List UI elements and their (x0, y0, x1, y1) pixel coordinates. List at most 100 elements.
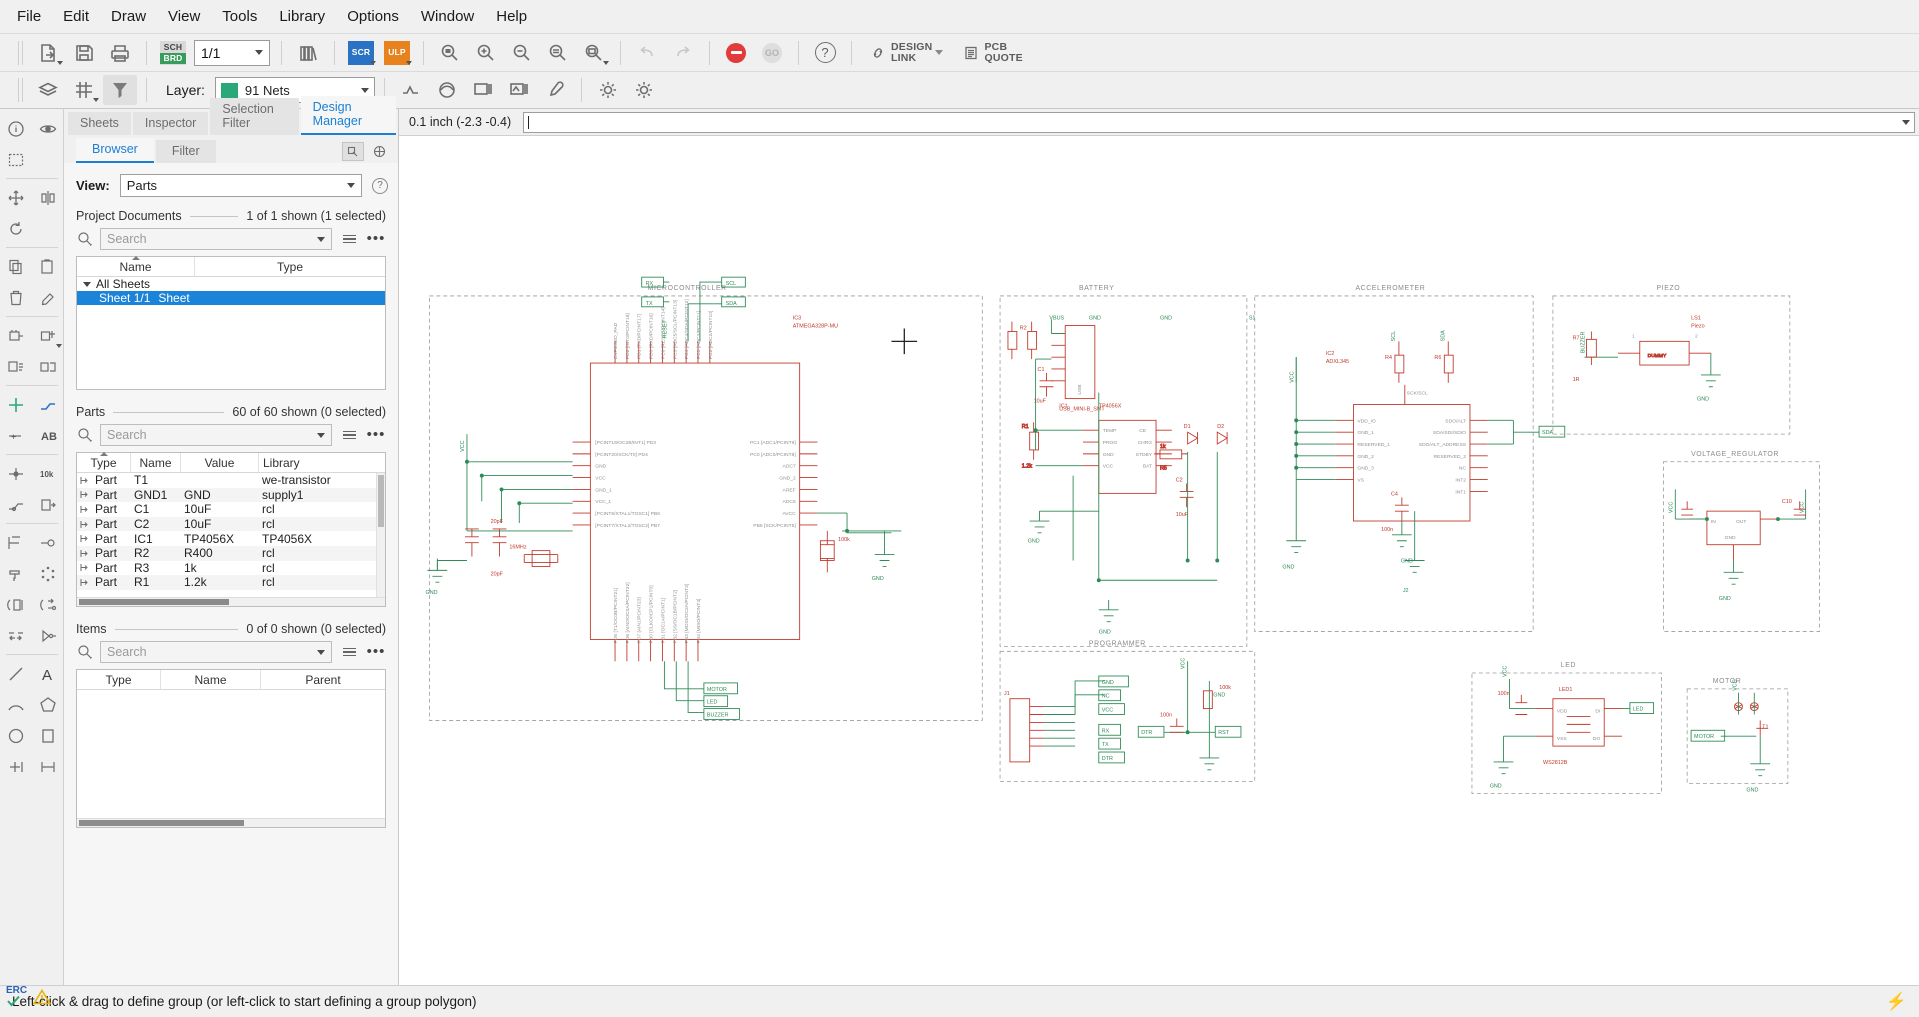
add-device-tool[interactable] (32, 320, 64, 351)
menu-item-window[interactable]: Window (410, 4, 485, 29)
align-tool[interactable] (0, 620, 32, 651)
tree-node-all-sheets[interactable]: All Sheets (77, 277, 385, 291)
col-type[interactable]: Type (195, 257, 385, 276)
lightning-bolt-icon[interactable]: ⚡ (1886, 992, 1907, 1012)
go-button[interactable]: GO (755, 38, 789, 68)
line-tool[interactable] (0, 658, 32, 689)
move-tool[interactable] (0, 182, 32, 213)
chevron-down-icon[interactable] (1902, 119, 1910, 125)
invert-tool[interactable] (32, 620, 64, 651)
menu-item-options[interactable]: Options (336, 4, 410, 29)
table-row[interactable]: Part R2 R400 rcl (77, 545, 376, 561)
schematic-canvas[interactable]: MICROCONTROLLER IC3 ATMEGA328P-MU EXPOSE… (399, 136, 1919, 985)
parts-list-options[interactable] (338, 426, 360, 444)
schematic-drawing[interactable]: MICROCONTROLLER IC3 ATMEGA328P-MU EXPOSE… (399, 136, 1919, 985)
selection-filter-button[interactable] (103, 75, 137, 105)
group-tool[interactable] (0, 144, 32, 175)
col-name[interactable]: Name (131, 453, 181, 472)
project-documents-search-input[interactable]: Search (100, 228, 332, 250)
display-board-button[interactable] (466, 75, 500, 105)
rect-tool[interactable] (32, 720, 64, 751)
design-link-button[interactable]: DESIGN LINK (861, 38, 952, 68)
items-search-input[interactable]: Search (100, 641, 332, 663)
menu-item-help[interactable]: Help (485, 4, 538, 29)
parts-hscrollbar[interactable] (77, 597, 385, 606)
menu-item-tools[interactable]: Tools (211, 4, 268, 29)
erc-check-button[interactable] (430, 75, 464, 105)
help-button[interactable]: ? (808, 38, 842, 68)
gate-swap-tool[interactable] (32, 589, 64, 620)
chevron-down-icon[interactable] (83, 281, 91, 287)
eyedropper-button[interactable] (538, 75, 572, 105)
delete-tool[interactable] (0, 282, 32, 313)
display-schematic-button[interactable] (502, 75, 536, 105)
project-documents-more-menu[interactable]: ••• (366, 231, 386, 246)
info-tool[interactable] (0, 113, 32, 144)
library-manager-button[interactable] (291, 38, 325, 68)
arc-tool[interactable] (0, 689, 32, 720)
table-row[interactable]: Part T1 we-transistor (77, 473, 376, 488)
zoom-redraw-button[interactable] (541, 38, 575, 68)
paint-tool[interactable] (0, 558, 32, 589)
block-piezo[interactable]: PIEZO BUZZER R7 1R DUMMY LS1 Piezo 1 2 G… (1552, 285, 1791, 435)
zoom-out-button[interactable] (505, 38, 539, 68)
drc-settings-button[interactable] (591, 75, 625, 105)
autorouter-settings-button[interactable] (627, 75, 661, 105)
polygon-tool[interactable] (32, 689, 64, 720)
warning-triangle-icon[interactable] (33, 988, 52, 1005)
block-led[interactable]: LED LED1 WS2812B VDD VSS DI DO LED VCC G… (1471, 662, 1662, 794)
erc-button[interactable]: ERC (6, 986, 27, 1007)
menu-item-file[interactable]: File (6, 4, 52, 29)
table-row[interactable]: Part R3 1k rcl (77, 561, 376, 576)
menu-item-draw[interactable]: Draw (100, 4, 157, 29)
table-row[interactable]: Part GND1 GND supply1 (77, 487, 376, 503)
run-ulp-button[interactable]: ULP (380, 38, 414, 68)
tab-design-manager[interactable]: Design Manager (300, 96, 396, 135)
view-help-icon[interactable]: ? (372, 177, 388, 194)
zoom-in-button[interactable] (469, 38, 503, 68)
parts-search-input[interactable]: Search (100, 424, 332, 446)
layer-settings-button[interactable] (31, 75, 65, 105)
print-button[interactable] (103, 38, 137, 68)
net-tool-button[interactable] (394, 75, 428, 105)
erc-tool[interactable] (0, 527, 32, 558)
circle-tool[interactable] (0, 720, 32, 751)
block-accelerometer[interactable]: ACCELEROMETER IC2 ADXL345 VDD_IO GND_1 R… (1254, 285, 1566, 632)
menu-item-library[interactable]: Library (268, 4, 336, 29)
view-select[interactable]: Parts (119, 174, 362, 197)
block-microcontroller[interactable]: MICROCONTROLLER IC3 ATMEGA328P-MU EXPOSE… (426, 276, 983, 721)
table-row[interactable]: Part IC1 TP4056X TP4056X (77, 531, 376, 546)
bus-tool[interactable] (32, 389, 64, 420)
block-motor[interactable]: MOTOR T1 MOTOR VCC GND (1686, 678, 1789, 794)
items-more-menu[interactable]: ••• (366, 644, 386, 659)
subtab-browser[interactable]: Browser (76, 138, 154, 163)
undo-button[interactable] (630, 38, 664, 68)
text-ab-tool[interactable]: AB (32, 420, 64, 451)
menu-item-view[interactable]: View (157, 4, 211, 29)
block-voltage-regulator[interactable]: VOLTAGE_REGULATOR IN OUT GND VCC VCC GND… (1663, 451, 1820, 632)
menu-item-edit[interactable]: Edit (52, 4, 100, 29)
col-value[interactable]: Value (181, 453, 259, 472)
table-row[interactable]: Part R1 1.2k rcl (77, 575, 376, 590)
rotate-tool[interactable] (0, 213, 32, 244)
command-input[interactable] (523, 111, 1915, 133)
replace-tool[interactable] (32, 282, 64, 313)
run-script-button[interactable]: SCR (344, 38, 378, 68)
show-tool[interactable] (32, 113, 64, 144)
table-row[interactable]: Part C2 10uF rcl (77, 516, 376, 532)
project-documents-list-options[interactable] (338, 230, 360, 248)
subtab-filter[interactable]: Filter (155, 140, 216, 163)
pcb-quote-button[interactable]: PCB QUOTE (954, 38, 1031, 68)
col-parent[interactable]: Parent (261, 670, 385, 689)
tab-inspector[interactable]: Inspector (132, 112, 209, 135)
stop-button[interactable] (719, 38, 753, 68)
parts-vscrollbar[interactable] (376, 473, 385, 597)
value-tool[interactable] (32, 351, 64, 382)
junction-tool[interactable] (0, 458, 32, 489)
block-programmer[interactable]: PROGRAMMER J1 GND NC VCC RX TX DTR DTR R… (999, 640, 1256, 783)
panel-pick-button[interactable] (342, 142, 364, 161)
attribute-tool[interactable] (32, 527, 64, 558)
label-tool[interactable]: + (0, 420, 32, 451)
open-file-button[interactable] (31, 38, 65, 68)
tab-selection-filter[interactable]: Selection Filter (210, 98, 299, 135)
